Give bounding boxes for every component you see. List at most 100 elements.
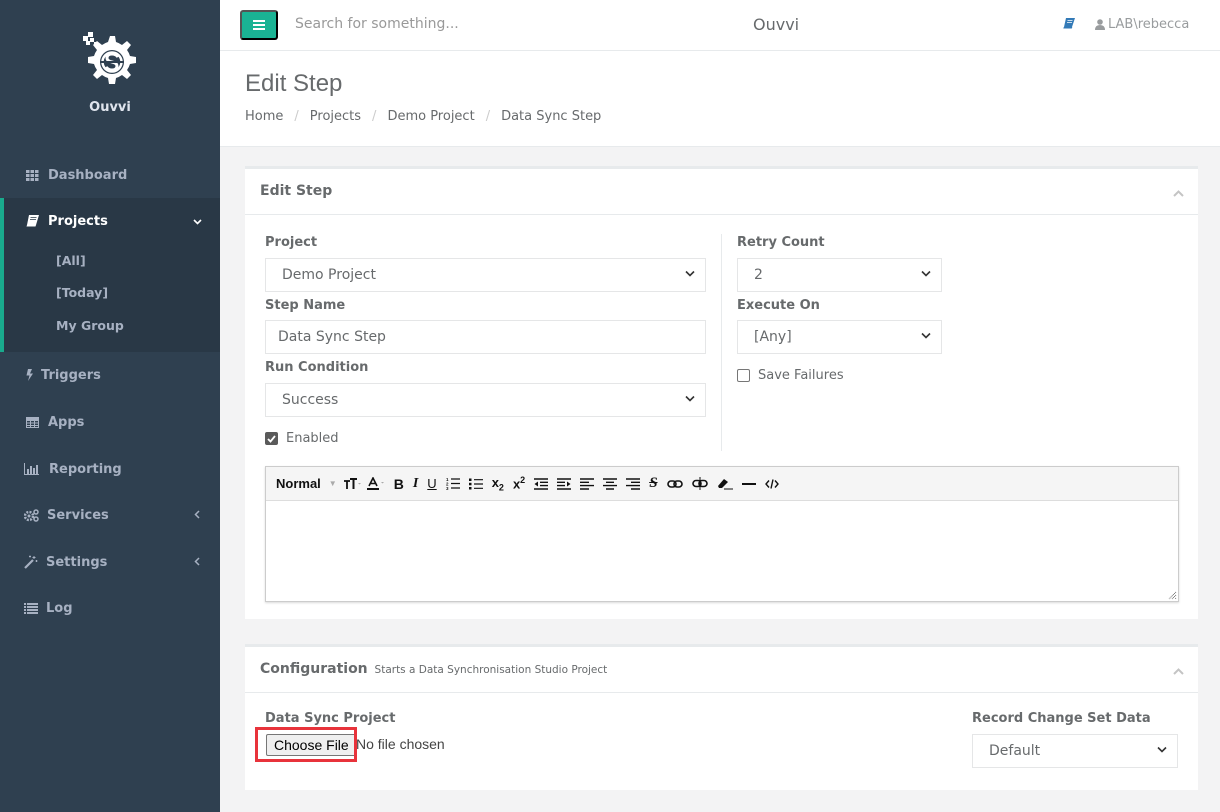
logo[interactable]: Ouvvi: [0, 28, 220, 115]
chevron-left-icon: [194, 555, 200, 569]
sidebar-item-reporting[interactable]: Reporting: [0, 446, 220, 492]
breadcrumb-home[interactable]: Home: [245, 109, 283, 124]
book-icon: [1063, 18, 1075, 29]
align-left-icon: [580, 477, 595, 490]
link-icon: [666, 479, 683, 488]
sidebar-item-label: Settings: [46, 554, 108, 570]
breadcrumb-separator: /: [372, 109, 377, 124]
sidebar-item-apps[interactable]: Apps: [0, 399, 220, 445]
edit-step-panel: Edit Step Project Demo Project Step Name…: [245, 166, 1198, 619]
checkbox-checked[interactable]: [265, 432, 278, 445]
hamburger-icon: [253, 20, 265, 30]
indent-button[interactable]: [557, 477, 572, 490]
align-right-button[interactable]: [626, 477, 641, 490]
chevron-down-icon: [921, 270, 931, 277]
format-dropdown[interactable]: Normal ▼: [276, 476, 337, 491]
retry-count-select[interactable]: 2: [737, 258, 942, 292]
unordered-list-icon: [468, 478, 483, 489]
align-left-button[interactable]: [580, 477, 595, 490]
text-height-icon: [343, 477, 361, 489]
execute-on-label: Execute On: [737, 298, 820, 313]
align-center-button[interactable]: [603, 477, 618, 490]
superscript-button[interactable]: x2: [513, 475, 525, 491]
sidebar-subitem-all[interactable]: [All]: [56, 253, 86, 268]
code-view-button[interactable]: [764, 478, 779, 489]
panel-header: Configuration Starts a Data Synchronisat…: [245, 647, 1198, 693]
enabled-label: Enabled: [286, 431, 339, 446]
subscript-button[interactable]: x2: [492, 475, 504, 493]
ordered-list-icon: 123: [446, 477, 460, 490]
sidebar-item-settings[interactable]: Settings: [0, 539, 220, 585]
unlink-button[interactable]: [691, 477, 708, 490]
sidebar-item-projects[interactable]: Projects: [0, 198, 220, 244]
project-select[interactable]: Demo Project: [265, 258, 706, 292]
list-icon: [24, 601, 38, 615]
underline-icon: U: [427, 476, 437, 491]
sidebar-subitem-my-group[interactable]: My Group: [56, 318, 124, 333]
horizontal-rule-icon: [741, 482, 756, 485]
documentation-link[interactable]: [1063, 18, 1075, 33]
sidebar-item-label: Projects: [48, 213, 108, 229]
sidebar-subitem-today[interactable]: [Today]: [56, 285, 108, 300]
execute-on-value: [Any]: [754, 329, 792, 345]
editor-content[interactable]: [266, 501, 1178, 601]
toggle-sidebar-button[interactable]: [240, 10, 278, 40]
save-failures-label: Save Failures: [758, 368, 844, 383]
step-name-value: Data Sync Step: [278, 329, 386, 345]
panel-title: Edit Step: [260, 183, 333, 199]
strikethrough-button[interactable]: S: [649, 475, 657, 492]
step-name-input[interactable]: Data Sync Step: [265, 320, 706, 354]
collapse-panel-button[interactable]: [1173, 185, 1184, 201]
sidebar-item-services[interactable]: Services: [0, 492, 220, 538]
sidebar-item-log[interactable]: Log: [0, 585, 220, 631]
italic-icon: I: [412, 475, 419, 491]
page-heading: Edit Step Home / Projects / Demo Project…: [220, 51, 1220, 147]
sidebar-item-label: Services: [47, 507, 109, 523]
unordered-list-button[interactable]: [468, 478, 483, 490]
link-button[interactable]: [666, 479, 683, 489]
bolt-icon: [24, 368, 34, 382]
align-center-icon: [603, 477, 618, 490]
breadcrumb-demo-project[interactable]: Demo Project: [387, 109, 474, 124]
chevron-down-icon: [193, 214, 202, 228]
outdent-button[interactable]: [534, 477, 549, 490]
run-condition-select[interactable]: Success: [265, 383, 706, 417]
step-name-label: Step Name: [265, 298, 346, 313]
clear-formatting-button[interactable]: [717, 478, 733, 490]
sidebar-item-triggers[interactable]: Triggers: [0, 352, 220, 398]
search-input[interactable]: [295, 16, 595, 32]
unlink-icon: [691, 477, 708, 490]
checkbox-unchecked[interactable]: [737, 369, 750, 382]
breadcrumb-separator: /: [294, 109, 299, 124]
italic-button[interactable]: I: [413, 476, 418, 492]
sidebar-item-dashboard[interactable]: Dashboard: [0, 152, 220, 198]
indent-icon: [557, 477, 572, 490]
cogs-icon: [24, 508, 39, 522]
resize-handle-icon[interactable]: [1168, 591, 1177, 600]
ordered-list-button[interactable]: 123: [446, 477, 460, 490]
sidebar-item-label: Apps: [48, 414, 85, 430]
font-size-button[interactable]: [343, 477, 361, 490]
book-icon: [24, 214, 40, 228]
sidebar-item-label: Triggers: [41, 367, 101, 383]
bold-button[interactable]: B: [394, 476, 404, 492]
horizontal-rule-button[interactable]: [741, 482, 756, 486]
execute-on-select[interactable]: [Any]: [737, 320, 942, 354]
data-sync-project-label: Data Sync Project: [265, 711, 396, 726]
user-menu[interactable]: LAB\rebecca: [1095, 17, 1189, 32]
code-icon: [764, 478, 779, 489]
bold-icon: B: [393, 475, 404, 492]
svg-text:3: 3: [446, 486, 449, 490]
editor-toolbar: Normal ▼ B I U 123 x2 x2 S: [266, 467, 1178, 501]
project-select-value: Demo Project: [282, 267, 376, 283]
underline-button[interactable]: U: [427, 476, 436, 491]
breadcrumb-projects[interactable]: Projects: [310, 109, 361, 124]
enabled-checkbox[interactable]: Enabled: [265, 431, 339, 446]
font-color-button[interactable]: [366, 476, 385, 491]
collapse-panel-button[interactable]: [1173, 663, 1184, 679]
record-change-set-label: Record Change Set Data: [972, 711, 1151, 726]
breadcrumb: Home / Projects / Demo Project / Data Sy…: [245, 109, 601, 124]
record-change-set-select[interactable]: Default: [972, 734, 1178, 768]
save-failures-checkbox[interactable]: Save Failures: [737, 368, 844, 383]
grid-icon: [24, 168, 40, 182]
